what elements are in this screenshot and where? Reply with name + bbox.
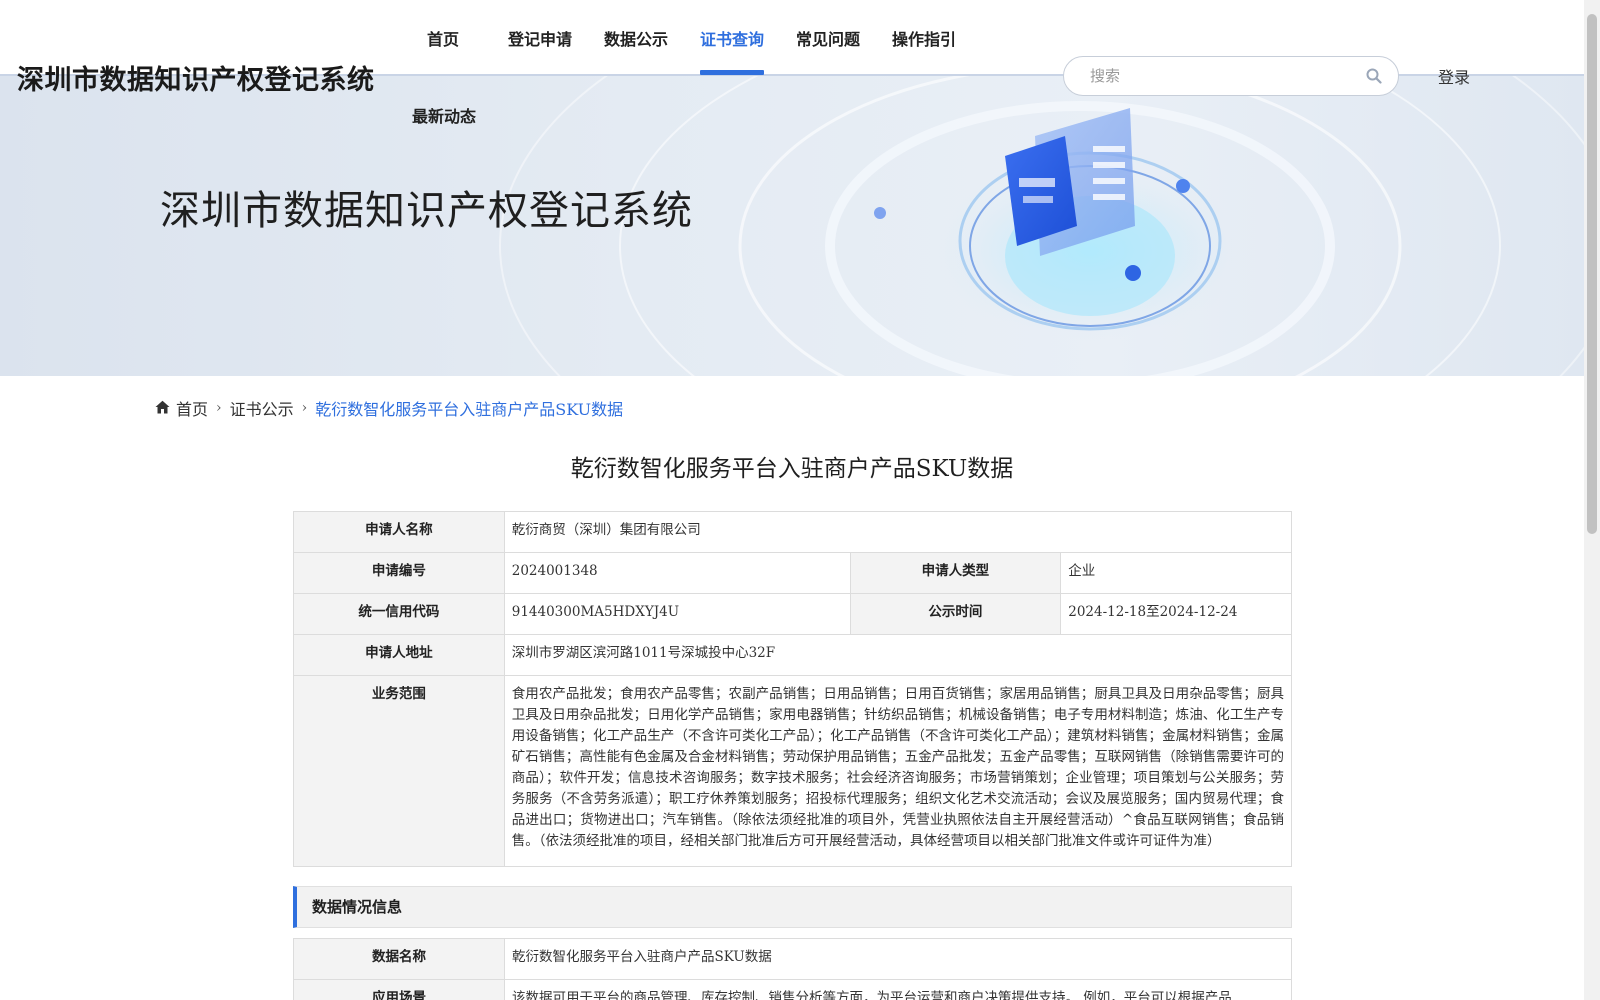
table-row: 申请编号 2024001348 申请人类型 企业 [293, 552, 1292, 594]
home-icon[interactable] [155, 399, 170, 418]
search-input[interactable] [1090, 67, 1364, 85]
table-row: 统一信用代码 91440300MA5HDXYJ4U 公示时间 2024-12-1… [293, 593, 1292, 635]
business-scope-value: 食用农产品批发；食用农产品零售；农副产品销售；日用品销售；日用百货销售；家居用品… [503, 675, 1293, 867]
nav-data-publicity[interactable]: 数据公示 [604, 26, 668, 50]
credit-code-value: 91440300MA5HDXYJ4U [503, 593, 851, 635]
breadcrumb-home[interactable]: 首页 [176, 396, 208, 420]
applicant-type-value: 企业 [1060, 552, 1292, 594]
business-scope-label: 业务范围 [293, 675, 505, 867]
data-name-value: 乾衍数智化服务平台入驻商户产品SKU数据 [504, 938, 1292, 980]
page: 深圳市数据知识产权登记系统 深圳市数据知识产权登记系统 首页 登记申请 数据公示… [0, 0, 1600, 1000]
search-icon[interactable] [1364, 66, 1384, 86]
nav-registration[interactable]: 登记申请 [508, 26, 572, 50]
chevron-right-icon: › [301, 400, 308, 416]
banner-title: 深圳市数据知识产权登记系统 [160, 188, 693, 234]
scenario-value: 该数据可用于平台的商品管理、库存控制、销售分析等方面，为平台运营和商户决策提供支… [504, 979, 1292, 1000]
table-row: 申请人地址 深圳市罗湖区滨河路1011号深城投中心32F [293, 634, 1293, 676]
nav-guide[interactable]: 操作指引 [892, 26, 956, 50]
credit-code-label: 统一信用代码 [293, 593, 505, 635]
nav-home[interactable]: 首页 [427, 26, 459, 50]
login-link[interactable]: 登录 [1438, 64, 1470, 88]
applicant-name-value: 乾衍商贸（深圳）集团有限公司 [503, 511, 1293, 553]
breadcrumb-certificate-publicity[interactable]: 证书公示 [230, 396, 294, 420]
data-info-section-header: 数据情况信息 [293, 886, 1292, 928]
chevron-right-icon: › [216, 400, 222, 416]
data-name-label: 数据名称 [293, 938, 505, 980]
table-row: 数据名称 乾衍数智化服务平台入驻商户产品SKU数据 [293, 938, 1292, 980]
table-row: 业务范围 食用农产品批发；食用农产品零售；农副产品销售；日用品销售；日用百货销售… [293, 675, 1293, 867]
scrollbar-thumb[interactable] [1587, 14, 1597, 534]
table-row: 应用场景 该数据可用于平台的商品管理、库存控制、销售分析等方面，为平台运营和商户… [293, 979, 1292, 1000]
applicant-type-label: 申请人类型 [849, 552, 1062, 594]
publicity-time-label: 公示时间 [849, 593, 1062, 635]
publicity-time-value: 2024-12-18至2024-12-24 [1060, 593, 1292, 635]
search-box [1063, 56, 1399, 96]
main-nav: 首页 登记申请 数据公示 证书查询 常见问题 操作指引 最新动态 [0, 0, 1000, 130]
data-info-table: 数据名称 乾衍数智化服务平台入驻商户产品SKU数据 应用场景 该数据可用于平台的… [293, 938, 1292, 1000]
address-value: 深圳市罗湖区滨河路1011号深城投中心32F [503, 634, 1293, 676]
nav-faq[interactable]: 常见问题 [796, 26, 860, 50]
nav-active-indicator [700, 70, 764, 75]
address-label: 申请人地址 [293, 634, 505, 676]
breadcrumb-current[interactable]: 乾衍数智化服务平台入驻商户产品SKU数据 [315, 396, 623, 420]
breadcrumb: 首页 › 证书公示 › 乾衍数智化服务平台入驻商户产品SKU数据 [155, 396, 623, 420]
applicant-name-label: 申请人名称 [293, 511, 505, 553]
scenario-label: 应用场景 [293, 979, 505, 1000]
application-number-label: 申请编号 [293, 552, 505, 594]
nav-news[interactable]: 最新动态 [412, 103, 476, 127]
applicant-info-table: 申请人名称 乾衍商贸（深圳）集团有限公司 申请编号 2024001348 申请人… [293, 511, 1293, 867]
table-row: 申请人名称 乾衍商贸（深圳）集团有限公司 [293, 511, 1293, 553]
nav-certificate-query[interactable]: 证书查询 [700, 26, 764, 50]
page-title: 乾衍数智化服务平台入驻商户产品SKU数据 [570, 456, 1014, 482]
application-number-value: 2024001348 [503, 552, 851, 594]
